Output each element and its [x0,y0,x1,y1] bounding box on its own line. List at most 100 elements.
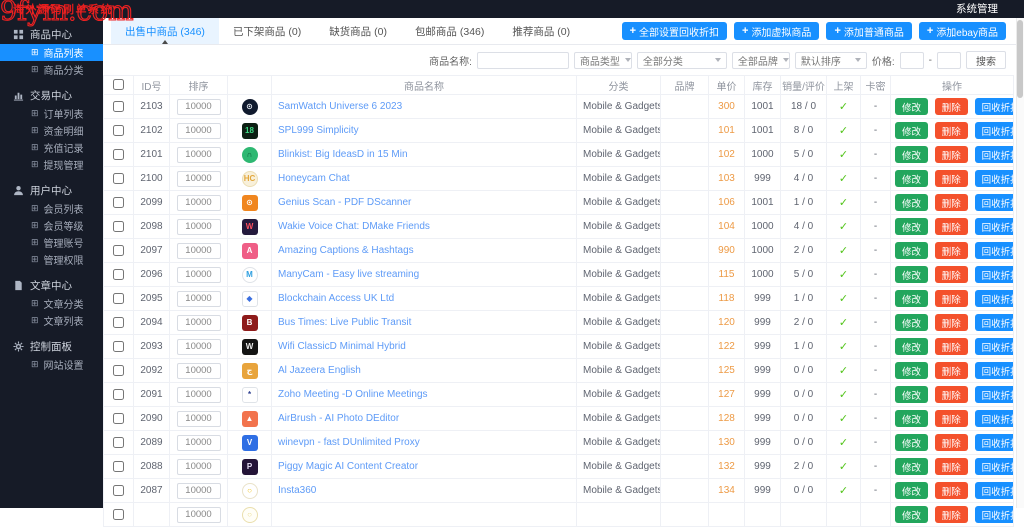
delete-button[interactable]: 删除 [935,458,968,475]
edit-button[interactable]: 修改 [895,290,928,307]
row-checkbox[interactable] [113,245,124,256]
delete-button[interactable]: 删除 [935,218,968,235]
recycle-discount-button[interactable]: 回收折扣 [975,434,1014,451]
recycle-discount-button[interactable]: 回收折扣 [975,290,1014,307]
row-checkbox[interactable] [113,317,124,328]
row-checkbox[interactable] [113,485,124,496]
scrollbar[interactable] [1016,18,1024,508]
delete-button[interactable]: 删除 [935,146,968,163]
delete-button[interactable]: 删除 [935,98,968,115]
sort-input[interactable] [177,363,221,379]
row-checkbox[interactable] [113,365,124,376]
row-checkbox[interactable] [113,125,124,136]
row-checkbox[interactable] [113,149,124,160]
product-name-link[interactable]: Piggy Magic AI Content Creator [278,461,418,472]
recycle-discount-button[interactable]: 回收折扣 [975,170,1014,187]
sort-order-select[interactable]: 默认排序 [795,52,867,69]
edit-button[interactable]: 修改 [895,314,928,331]
sort-input[interactable] [177,195,221,211]
sidebar-group-header[interactable]: 用户中心 [0,180,103,200]
sidebar-item[interactable]: ⊞ 会员等级 [0,217,103,234]
recycle-discount-button[interactable]: 回收折扣 [975,266,1014,283]
tab[interactable]: 出售中商品 (346) [111,18,219,44]
sort-input[interactable] [177,243,221,259]
sidebar-item[interactable]: ⊞ 商品列表 [0,44,103,61]
sort-input[interactable] [177,435,221,451]
product-name-link[interactable]: Amazing Captions & Hashtags [278,245,414,256]
row-checkbox[interactable] [113,101,124,112]
sort-input[interactable] [177,387,221,403]
row-checkbox[interactable] [113,269,124,280]
product-name-link[interactable]: Zoho Meeting -D Online Meetings [278,389,428,400]
select-all-checkbox[interactable] [113,79,124,90]
sort-input[interactable] [177,99,221,115]
sidebar-item[interactable]: ⊞ 网站设置 [0,356,103,373]
delete-button[interactable]: 删除 [935,242,968,259]
recycle-discount-button[interactable]: 回收折扣 [975,482,1014,499]
brand-select[interactable]: 全部品牌 [732,52,790,69]
sort-input[interactable] [177,459,221,475]
delete-button[interactable]: 删除 [935,482,968,499]
scrollbar-thumb[interactable] [1017,20,1023,98]
tab[interactable]: 推荐商品 (0) [498,18,584,44]
price-max-input[interactable] [937,52,961,69]
price-min-input[interactable] [900,52,924,69]
delete-button[interactable]: 删除 [935,410,968,427]
product-type-select[interactable]: 商品类型 [574,52,632,69]
delete-button[interactable]: 删除 [935,362,968,379]
edit-button[interactable]: 修改 [895,122,928,139]
edit-button[interactable]: 修改 [895,482,928,499]
edit-button[interactable]: 修改 [895,362,928,379]
sidebar-item[interactable]: ⊞ 充值记录 [0,139,103,156]
edit-button[interactable]: 修改 [895,194,928,211]
sort-input[interactable] [177,291,221,307]
recycle-discount-button[interactable]: 回收折扣 [975,98,1014,115]
row-checkbox[interactable] [113,293,124,304]
edit-button[interactable]: 修改 [895,458,928,475]
row-checkbox[interactable] [113,437,124,448]
recycle-discount-button[interactable]: 回收折扣 [975,362,1014,379]
recycle-discount-button[interactable]: 回收折扣 [975,218,1014,235]
delete-button[interactable]: 删除 [935,290,968,307]
delete-button[interactable]: 删除 [935,194,968,211]
tab[interactable]: 已下架商品 (0) [219,18,315,44]
row-checkbox[interactable] [113,221,124,232]
tab[interactable]: 缺货商品 (0) [315,18,401,44]
tab[interactable]: 包邮商品 (346) [401,18,498,44]
delete-button[interactable]: 删除 [935,386,968,403]
sort-input[interactable] [177,411,221,427]
product-name-link[interactable]: Honeycam Chat [278,173,350,184]
recycle-discount-button[interactable]: 回收折扣 [975,242,1014,259]
sidebar-item[interactable]: ⊞ 文章列表 [0,312,103,329]
recycle-discount-button[interactable]: 回收折扣 [975,194,1014,211]
edit-button[interactable]: 修改 [895,98,928,115]
delete-button[interactable]: 删除 [935,338,968,355]
add-product-button[interactable]: + 添加虚拟商品 [734,22,819,40]
row-checkbox[interactable] [113,509,124,520]
search-button[interactable]: 搜索 [966,51,1006,69]
edit-button[interactable]: 修改 [895,242,928,259]
product-name-link[interactable]: Blockchain Access UK Ltd [278,293,394,304]
edit-button[interactable]: 修改 [895,506,928,523]
delete-button[interactable]: 删除 [935,122,968,139]
delete-button[interactable]: 删除 [935,170,968,187]
edit-button[interactable]: 修改 [895,410,928,427]
product-name-link[interactable]: ManyCam - Easy live streaming [278,269,419,280]
sidebar-group-header[interactable]: 文章中心 [0,275,103,295]
product-name-link[interactable]: Insta360 [278,485,316,496]
edit-button[interactable]: 修改 [895,266,928,283]
product-name-link[interactable]: Wakie Voice Chat: DMake Friends [278,221,430,232]
delete-button[interactable]: 删除 [935,314,968,331]
recycle-discount-button[interactable]: 回收折扣 [975,458,1014,475]
add-product-button[interactable]: + 全部设置回收折扣 [622,22,727,40]
sidebar-group-header[interactable]: 商品中心 [0,24,103,44]
product-name-link[interactable]: Al Jazeera English [278,365,361,376]
product-name-link[interactable]: Genius Scan - PDF DScanner [278,197,411,208]
sort-input[interactable] [177,123,221,139]
row-checkbox[interactable] [113,413,124,424]
sidebar-item[interactable]: ⊞ 订单列表 [0,105,103,122]
row-checkbox[interactable] [113,389,124,400]
recycle-discount-button[interactable]: 回收折扣 [975,338,1014,355]
sidebar-item[interactable]: ⊞ 提现管理 [0,156,103,173]
add-product-button[interactable]: + 添加ebay商品 [919,22,1006,40]
